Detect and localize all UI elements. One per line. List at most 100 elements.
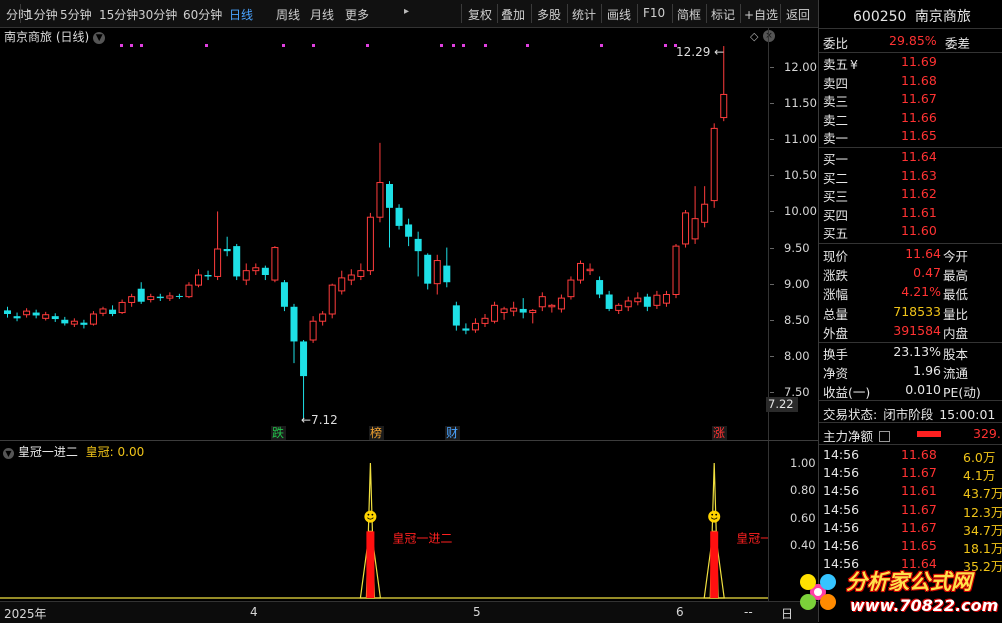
ask-label: 卖四 [823, 75, 849, 91]
toolbar-item-4[interactable]: 30分钟 [138, 6, 177, 23]
ask-price: 11.65 [901, 128, 937, 144]
toolbar-item-11[interactable]: 叠加 [501, 6, 525, 23]
ask-label: 卖五 [823, 57, 849, 72]
candle [605, 290, 613, 312]
toolbar-item-16[interactable]: 简框 [677, 6, 701, 23]
event-tag[interactable]: 涨 [713, 425, 725, 440]
candle [557, 294, 565, 313]
candle [710, 123, 718, 208]
signal-dot [140, 44, 143, 47]
stat2-value: 1.96 [913, 363, 941, 378]
event-tag[interactable]: 跌 [272, 425, 284, 440]
tick-volume: 34.7万 [963, 522, 1002, 538]
toolbar-item-3[interactable]: 15分钟 [99, 6, 138, 23]
candle [405, 218, 413, 247]
toolbar-item-7[interactable]: 周线 [276, 6, 300, 23]
ask-price: 11.69 [901, 54, 937, 69]
stat2-row: 换手 23.13% 股本 [823, 344, 1002, 362]
signal-dot [205, 44, 208, 47]
candle [4, 306, 11, 318]
signal-dot [600, 44, 603, 47]
toolbar-item-14[interactable]: 画线 [607, 6, 631, 23]
candlestick-chart[interactable]: 12.29 ← ←7.12 跌 榜 财 涨 [0, 40, 768, 440]
indicator-tick: 0.80 [790, 483, 816, 498]
toolbar-item-12[interactable]: 多股 [537, 6, 561, 23]
watermark-url: www.70822.com [850, 596, 999, 615]
smiley-icon [708, 510, 721, 523]
stat-right-label: 最高 [943, 268, 969, 284]
main-flow-row[interactable]: 主力净额 329. [823, 426, 1001, 444]
price-axis: 12.00 11.50 11.00 10.50 10.00 9.50 9.00 8.50 8.0… [770, 40, 818, 440]
toolbar-item-19[interactable]: 返回 [786, 6, 810, 23]
tick-time: 14:56 [823, 483, 860, 499]
tick-time: 14:56 [823, 501, 860, 517]
x-label-year: 2025年 [4, 607, 47, 621]
tick-time: 14:56 [823, 538, 860, 553]
quote-panel: 600250 南京商旅 委比 29.85% 委差 交易状态: 闭市阶段 15:0… [818, 0, 1002, 622]
ask-price: 11.68 [901, 72, 937, 88]
stat-value: 11.64 [905, 246, 941, 261]
stat2-right-label: PE(动) [943, 385, 981, 400]
toolbar-item-18[interactable]: +自选 [744, 6, 778, 23]
candle [691, 186, 699, 244]
stat-right-label: 今开 [943, 249, 969, 264]
candle [586, 263, 594, 275]
toolbar-item-1[interactable]: 1分钟 [26, 6, 58, 23]
candle [70, 318, 78, 327]
bid-row: 买五 11.60 [823, 223, 1002, 241]
tick-price: 11.65 [901, 538, 937, 553]
toolbar-item-10[interactable]: 复权 [468, 6, 492, 23]
bid-label: 买二 [823, 170, 849, 186]
candle [252, 263, 260, 275]
stat-right-label: 内盘 [943, 325, 969, 341]
stat2-right-label: 流通 [943, 366, 969, 381]
toolbar-item-15[interactable]: F10 [643, 6, 665, 20]
price-tick: 9.50 [784, 240, 810, 255]
candle [357, 263, 365, 281]
toolbar-item-8[interactable]: 月线 [310, 6, 334, 23]
more-arrow-icon[interactable]: ▸ [404, 6, 409, 17]
tick-time: 14:56 [823, 519, 860, 535]
current-price-tag: 7.22 [766, 397, 798, 412]
toolbar-item-17[interactable]: 标记 [711, 6, 735, 23]
candle [452, 301, 460, 331]
candle [615, 303, 623, 314]
stat2-row: 净资 1.96 流通 [823, 363, 1002, 381]
toolbar-item-6[interactable]: 日线 [229, 6, 253, 23]
trade-status-time: 15:00:01 [939, 407, 996, 422]
candle [653, 290, 661, 309]
ask-row: 卖一 11.65 [823, 128, 1002, 146]
signal-dot [312, 44, 315, 47]
stat-right-label: 量比 [943, 306, 969, 322]
event-tag[interactable]: 财 [446, 426, 458, 440]
candle [300, 340, 308, 420]
signal-dot [282, 44, 285, 47]
x-axis-dashes: -- [744, 605, 753, 619]
toolbar-item-9[interactable]: 更多 [345, 6, 369, 23]
toolbar-item-2[interactable]: 5分钟 [60, 6, 92, 23]
signal-dot [130, 44, 133, 47]
toolbar-item-13[interactable]: 统计 [572, 6, 596, 23]
toolbar-item-5[interactable]: 60分钟 [183, 6, 222, 23]
event-tag[interactable]: 榜 [370, 425, 382, 440]
ask-mark: ¥ [850, 57, 858, 72]
trade-status-value: 闭市阶段 [883, 407, 934, 422]
bid-label: 买一 [823, 152, 849, 167]
candle [13, 312, 21, 322]
list-icon[interactable] [879, 431, 890, 442]
candle [577, 260, 584, 284]
tick-price: 11.67 [901, 519, 937, 535]
indicator-tick: 0.60 [790, 510, 816, 525]
indicator-tick: 1.00 [790, 456, 816, 470]
stat-label: 涨幅 [823, 287, 849, 303]
bid-label: 买四 [823, 207, 849, 223]
candle [290, 303, 298, 364]
signal-dot [440, 44, 443, 47]
tick-price: 11.68 [901, 447, 937, 462]
candle [156, 293, 164, 301]
candle [548, 303, 556, 313]
date-axis: 2025年 4 5 6 -- 日 [0, 601, 818, 623]
stock-header: 600250 南京商旅 [853, 6, 971, 25]
candle [118, 299, 126, 314]
candle [61, 316, 69, 326]
